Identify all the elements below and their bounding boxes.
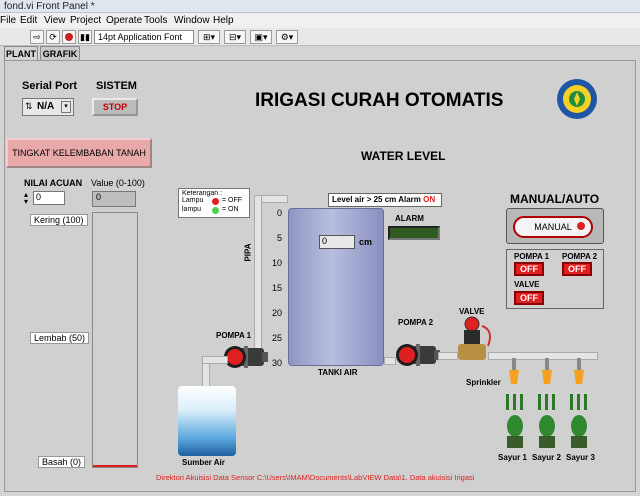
water-level-unit: cm bbox=[359, 237, 373, 247]
align-icon[interactable]: ⊞▾ bbox=[198, 30, 220, 44]
pipe-vertical bbox=[254, 195, 262, 355]
menu-project[interactable]: Project bbox=[70, 14, 101, 27]
sumber-air-label: Sumber Air bbox=[182, 458, 225, 467]
menu-operate[interactable]: Operate bbox=[106, 14, 142, 27]
menu-file[interactable]: File bbox=[0, 14, 16, 27]
window-title: fond.vi Front Panel * bbox=[4, 1, 95, 12]
university-logo bbox=[556, 78, 598, 120]
menu-bar: File Edit View Project Operate Tools Win… bbox=[0, 13, 640, 28]
moisture-bar bbox=[92, 212, 138, 468]
pause-icon[interactable]: ▮▮ bbox=[78, 30, 92, 44]
abort-icon[interactable] bbox=[62, 30, 76, 44]
crop-2-icon bbox=[536, 394, 558, 450]
green-led-icon bbox=[212, 207, 219, 214]
reorder-icon[interactable]: ⚙▾ bbox=[276, 30, 298, 44]
tab-grafik[interactable]: GRAFIK bbox=[40, 46, 80, 60]
scale-basah: Basah (0) bbox=[38, 456, 86, 468]
valve-label: VALVE bbox=[459, 307, 485, 316]
legend-row1-state: = OFF bbox=[222, 197, 243, 204]
sayur-3-label: Sayur 3 bbox=[566, 453, 595, 462]
tab-plant[interactable]: PLANT bbox=[4, 46, 38, 61]
value-range-label: Value (0-100) bbox=[91, 178, 145, 188]
value-range-indicator: 0 bbox=[92, 191, 136, 207]
moisture-bar-fill bbox=[93, 465, 137, 467]
wl-tick: 5 bbox=[276, 233, 282, 243]
resize-icon[interactable]: ▣▾ bbox=[250, 30, 272, 44]
water-level-value: 0 bbox=[319, 235, 355, 249]
scale-kering: Kering (100) bbox=[30, 214, 88, 226]
alarm-level-text: Level air > 25 cm Alarm bbox=[332, 195, 421, 204]
window-titlebar: fond.vi Front Panel * bbox=[0, 0, 640, 13]
wl-tick: 0 bbox=[276, 208, 282, 218]
alarm-led bbox=[388, 226, 440, 240]
wl-tick: 10 bbox=[271, 258, 282, 268]
pipe-pump2-valve bbox=[438, 352, 458, 360]
manual-auto-label: MANUAL/AUTO bbox=[510, 192, 600, 206]
menu-edit[interactable]: Edit bbox=[20, 14, 37, 27]
sayur-1-label: Sayur 1 bbox=[498, 453, 527, 462]
sayur-2-label: Sayur 2 bbox=[532, 453, 561, 462]
tab-strip: PLANT GRAFIK bbox=[0, 46, 640, 61]
pipa-label: PIPA bbox=[243, 243, 253, 262]
sprinkler-2-icon bbox=[541, 358, 553, 388]
sprinkler-1-icon bbox=[508, 358, 520, 388]
indicator-panel: POMPA 1 OFF POMPA 2 OFF VALVE OFF bbox=[506, 249, 604, 309]
legend-title: Keterangan : bbox=[182, 190, 223, 197]
visa-icon: ⇅ bbox=[25, 101, 33, 111]
legend-row1: Lampu bbox=[182, 197, 204, 204]
sprinkler-3-icon bbox=[573, 358, 585, 388]
chevron-down-icon[interactable]: ▾ bbox=[61, 101, 71, 113]
menu-tools[interactable]: Tools bbox=[144, 14, 167, 27]
run-continuous-icon[interactable]: ⟳ bbox=[46, 30, 60, 44]
crop-1-icon bbox=[504, 394, 526, 450]
alarm-state: ON bbox=[423, 195, 436, 204]
tanki-label: TANKI AIR bbox=[318, 368, 358, 377]
sistem-label: SISTEM bbox=[96, 80, 137, 92]
stop-button[interactable]: STOP bbox=[92, 98, 138, 116]
manual-led-icon bbox=[577, 222, 585, 230]
pompa1-ind-label: POMPA 1 bbox=[514, 252, 550, 261]
nilai-acuan-label: NILAI ACUAN bbox=[24, 178, 83, 188]
footer-path: Direktori Akuisisi Data Sensor C:\Users\… bbox=[156, 473, 475, 482]
kelembaban-button[interactable]: TINGKAT KELEMBABAN TANAH bbox=[6, 138, 152, 168]
pump1-icon bbox=[222, 342, 268, 372]
menu-window[interactable]: Window bbox=[174, 14, 210, 27]
font-select[interactable]: 14pt Application Font bbox=[94, 30, 194, 44]
menu-view[interactable]: View bbox=[44, 14, 66, 27]
spinner-icon[interactable]: ▴ ▾ bbox=[24, 191, 32, 206]
scale-lembab: Lembab (50) bbox=[30, 332, 90, 344]
crop-3-icon bbox=[568, 394, 590, 450]
page-title: IRIGASI CURAH OTOMATIS bbox=[255, 90, 504, 111]
pompa2-label: POMPA 2 bbox=[398, 318, 434, 327]
serial-port-label: Serial Port bbox=[22, 80, 78, 92]
pompa1-indicator: OFF bbox=[514, 262, 544, 276]
pompa1-label: POMPA 1 bbox=[216, 331, 252, 340]
wl-tick: 15 bbox=[271, 283, 282, 293]
water-tank: 0 cm bbox=[288, 208, 384, 366]
water-source-image bbox=[178, 386, 236, 456]
water-level-label: WATER LEVEL bbox=[361, 149, 446, 163]
serial-port-value: N/A bbox=[37, 101, 55, 112]
pompa2-indicator: OFF bbox=[562, 262, 592, 276]
alarm-label: ALARM bbox=[395, 214, 424, 223]
distribute-icon[interactable]: ⊟▾ bbox=[224, 30, 246, 44]
valve-ind-label: VALVE bbox=[514, 280, 540, 289]
wl-tick: 20 bbox=[271, 308, 282, 318]
legend-row2-state: = ON bbox=[222, 206, 239, 213]
pump2-icon bbox=[394, 340, 440, 370]
serial-port-select[interactable]: ⇅ N/A ▾ bbox=[22, 98, 74, 116]
keterangan-legend: Keterangan : Lampu = OFF lampu = ON bbox=[178, 188, 250, 218]
sprinkler-label: Sprinkler bbox=[466, 378, 501, 387]
pompa2-ind-label: POMPA 2 bbox=[562, 252, 598, 261]
valve-indicator: OFF bbox=[514, 291, 544, 305]
red-led-icon bbox=[212, 198, 219, 205]
toolbar: ⇨ ⟳ ▮▮ 14pt Application Font ⊞▾ ⊟▾ ▣▾ ⚙▾ bbox=[0, 28, 640, 46]
run-arrow-icon[interactable]: ⇨ bbox=[30, 30, 44, 44]
pipe-pump1 bbox=[202, 356, 228, 364]
alarm-level-box: Level air > 25 cm Alarm ON bbox=[328, 193, 442, 207]
menu-help[interactable]: Help bbox=[213, 14, 234, 27]
manual-auto-frame: MANUAL bbox=[506, 208, 604, 244]
legend-row2: lampu bbox=[182, 206, 202, 213]
nilai-acuan-input[interactable]: 0 bbox=[33, 191, 65, 205]
